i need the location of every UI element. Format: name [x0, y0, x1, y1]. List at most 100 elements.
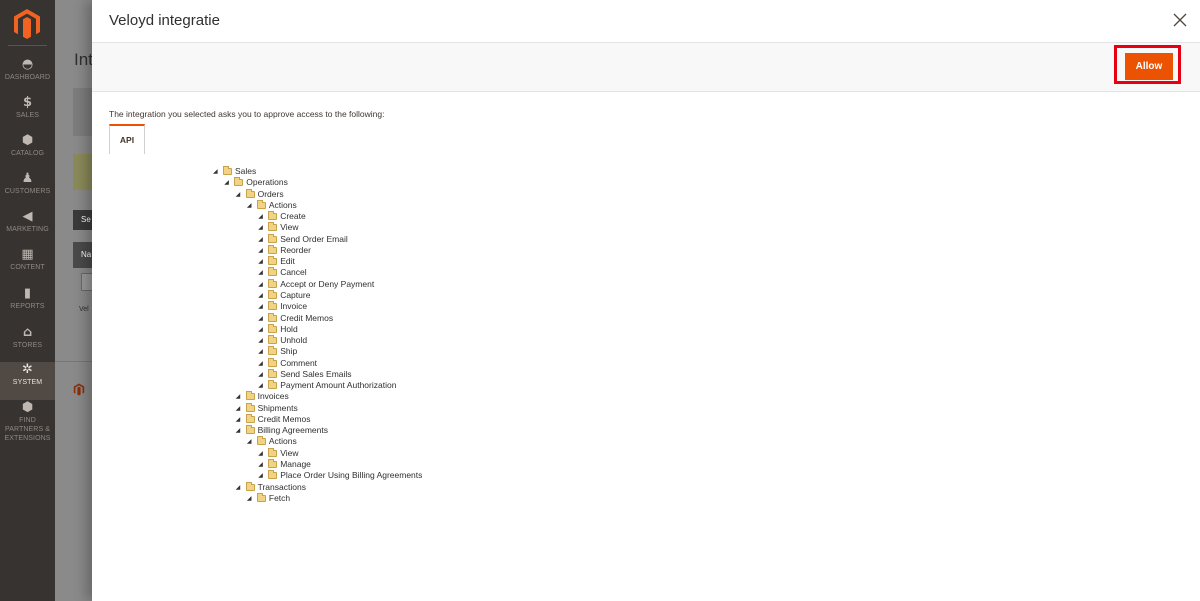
background-divider — [55, 361, 95, 362]
tree-node-label[interactable]: Actions — [269, 200, 297, 211]
expand-arrow-icon[interactable]: ◢ — [258, 313, 263, 324]
sidebar-item-reports[interactable]: ▮ REPORTS — [0, 286, 55, 324]
tree-node-label[interactable]: Place Order Using Billing Agreements — [280, 470, 422, 481]
tree-node-label[interactable]: Ship — [280, 346, 297, 357]
expand-arrow-icon[interactable]: ◢ — [258, 267, 263, 278]
tree-node-label[interactable]: Accept or Deny Payment — [280, 279, 374, 290]
folder-icon — [245, 188, 255, 198]
folder-icon — [256, 492, 266, 502]
expand-arrow-icon[interactable]: ◢ — [247, 493, 252, 504]
sidebar-item-label: CUSTOMERS — [4, 188, 51, 195]
folder-icon — [245, 481, 255, 491]
tree-node-label[interactable]: Payment Amount Authorization — [280, 380, 396, 391]
expand-arrow-icon[interactable]: ◢ — [258, 369, 263, 380]
tree-node-label[interactable]: Actions — [269, 436, 297, 447]
expand-arrow-icon[interactable]: ◢ — [236, 425, 241, 436]
close-icon[interactable] — [1172, 12, 1188, 28]
dollar-icon: $ — [22, 95, 33, 110]
sidebar-item-stores[interactable]: ⌂ STORES — [0, 325, 55, 363]
folder-icon — [268, 357, 278, 367]
folder-icon — [268, 368, 278, 378]
tree-node-label[interactable]: Send Sales Emails — [280, 369, 351, 380]
tree-node-label[interactable]: Capture — [280, 290, 310, 301]
sidebar-item-customers[interactable]: ♟ CUSTOMERS — [0, 171, 55, 209]
expand-arrow-icon[interactable]: ◢ — [247, 200, 252, 211]
expand-arrow-icon[interactable]: ◢ — [258, 290, 263, 301]
tree-node-label[interactable]: Cancel — [280, 267, 306, 278]
tree-node-label[interactable]: Operations — [246, 177, 288, 188]
tree-node-label[interactable]: Credit Memos — [280, 313, 333, 324]
tree-node-label[interactable]: Transactions — [258, 482, 306, 493]
sidebar-item-label: SYSTEM — [12, 379, 43, 386]
expand-arrow-icon[interactable]: ◢ — [236, 482, 241, 493]
tree-node-label[interactable]: View — [280, 222, 298, 233]
tree-node-label[interactable]: Create — [280, 211, 306, 222]
folder-icon — [268, 470, 278, 480]
tree-node-label[interactable]: Shipments — [258, 403, 298, 414]
tree-node-label[interactable]: Orders — [258, 189, 284, 200]
folder-icon — [268, 459, 278, 469]
folder-icon — [245, 413, 255, 423]
folder-icon — [245, 425, 255, 435]
expand-arrow-icon[interactable]: ◢ — [236, 391, 241, 402]
expand-arrow-icon[interactable]: ◢ — [258, 470, 263, 481]
tree-node-label[interactable]: Unhold — [280, 335, 307, 346]
expand-arrow-icon[interactable]: ◢ — [258, 459, 263, 470]
sidebar-item-catalog[interactable]: ⬢ CATALOG — [0, 133, 55, 171]
sidebar-item-label: REPORTS — [10, 303, 45, 310]
tree-node-label[interactable]: Edit — [280, 256, 295, 267]
expand-arrow-icon[interactable]: ◢ — [236, 403, 241, 414]
expand-arrow-icon[interactable]: ◢ — [213, 166, 218, 177]
expand-arrow-icon[interactable]: ◢ — [247, 436, 252, 447]
folder-icon — [256, 199, 266, 209]
allow-button[interactable]: Allow — [1125, 53, 1173, 80]
tree-node-label[interactable]: Billing Agreements — [258, 425, 328, 436]
magento-logo-icon[interactable] — [12, 8, 42, 40]
expand-arrow-icon[interactable]: ◢ — [258, 335, 263, 346]
expand-arrow-icon[interactable]: ◢ — [258, 245, 263, 256]
tree-node-label[interactable]: Manage — [280, 459, 311, 470]
tree-node-label[interactable]: Sales — [235, 166, 256, 177]
folder-icon — [268, 267, 278, 277]
expand-arrow-icon[interactable]: ◢ — [258, 301, 263, 312]
expand-arrow-icon[interactable]: ◢ — [258, 448, 263, 459]
sidebar-item-label: CONTENT — [10, 264, 45, 271]
tree-node-label[interactable]: Send Order Email — [280, 234, 348, 245]
folder-icon — [268, 380, 278, 390]
sidebar-item-label: FIND PARTNERS & EXTENSIONS — [4, 417, 51, 442]
expand-arrow-icon[interactable]: ◢ — [258, 256, 263, 267]
tree-node-label[interactable]: Credit Memos — [258, 414, 311, 425]
tree-node-label[interactable]: Reorder — [280, 245, 311, 256]
sidebar-item-dashboard[interactable]: ◓ DASHBOARD — [0, 57, 55, 95]
expand-arrow-icon[interactable]: ◢ — [224, 177, 229, 188]
tree-node-label[interactable]: Fetch — [269, 493, 290, 504]
sidebar-item-system[interactable]: ✲ SYSTEM — [0, 362, 55, 400]
sidebar-item-sales[interactable]: $ SALES — [0, 95, 55, 133]
content-layout-icon: ▦ — [21, 247, 34, 262]
expand-arrow-icon[interactable]: ◢ — [236, 189, 241, 200]
expand-arrow-icon[interactable]: ◢ — [258, 324, 263, 335]
expand-arrow-icon[interactable]: ◢ — [258, 380, 263, 391]
tree-node-label[interactable]: Hold — [280, 324, 297, 335]
folder-icon — [256, 436, 266, 446]
expand-arrow-icon[interactable]: ◢ — [258, 222, 263, 233]
expand-arrow-icon[interactable]: ◢ — [258, 234, 263, 245]
store-icon: ⌂ — [22, 325, 33, 340]
tree-node-label[interactable]: Invoices — [258, 391, 289, 402]
expand-arrow-icon[interactable]: ◢ — [258, 279, 263, 290]
sidebar-item-find[interactable]: ⬢ FIND PARTNERS & EXTENSIONS — [0, 400, 55, 442]
tab-api[interactable]: API — [109, 124, 145, 154]
tree-node-label[interactable]: Invoice — [280, 301, 307, 312]
sidebar-item-marketing[interactable]: ◀ MARKETING — [0, 209, 55, 247]
folder-icon — [268, 323, 278, 333]
tree-node-label[interactable]: View — [280, 448, 298, 459]
expand-arrow-icon[interactable]: ◢ — [258, 358, 263, 369]
megaphone-icon: ◀ — [22, 209, 33, 224]
folder-icon — [268, 447, 278, 457]
tree-node-label[interactable]: Comment — [280, 358, 317, 369]
expand-arrow-icon[interactable]: ◢ — [258, 211, 263, 222]
sidebar-item-content[interactable]: ▦ CONTENT — [0, 247, 55, 285]
bar-chart-icon: ▮ — [23, 286, 32, 301]
expand-arrow-icon[interactable]: ◢ — [236, 414, 241, 425]
expand-arrow-icon[interactable]: ◢ — [258, 346, 263, 357]
